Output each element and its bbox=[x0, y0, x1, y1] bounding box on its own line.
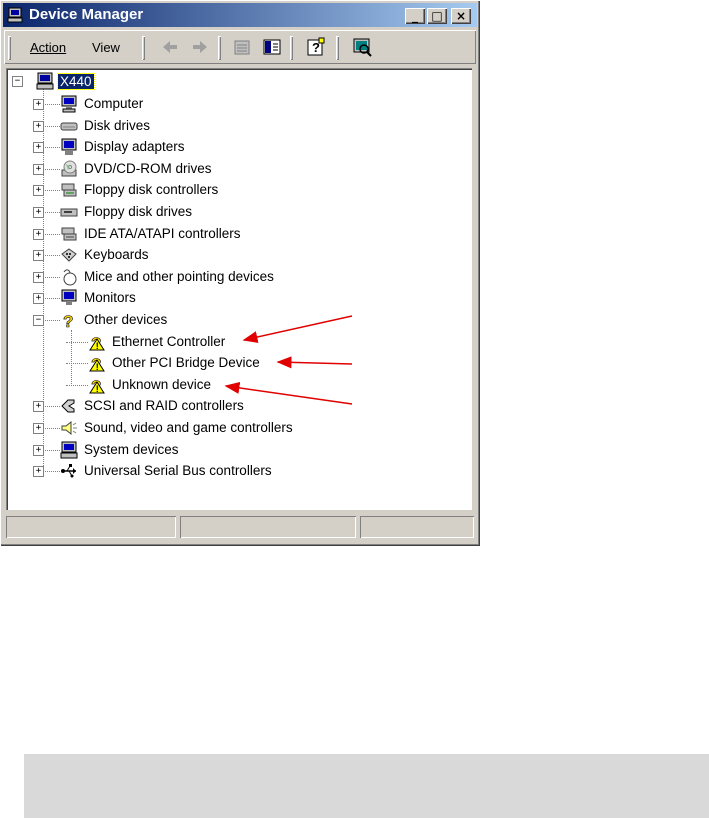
annotation-arrow-pci-bridge bbox=[276, 356, 353, 369]
annotation-layer bbox=[224, 315, 353, 405]
annotation-arrow-ethernet bbox=[242, 315, 353, 343]
footer-band bbox=[24, 754, 709, 818]
annotation-arrow-unknown bbox=[224, 381, 353, 405]
